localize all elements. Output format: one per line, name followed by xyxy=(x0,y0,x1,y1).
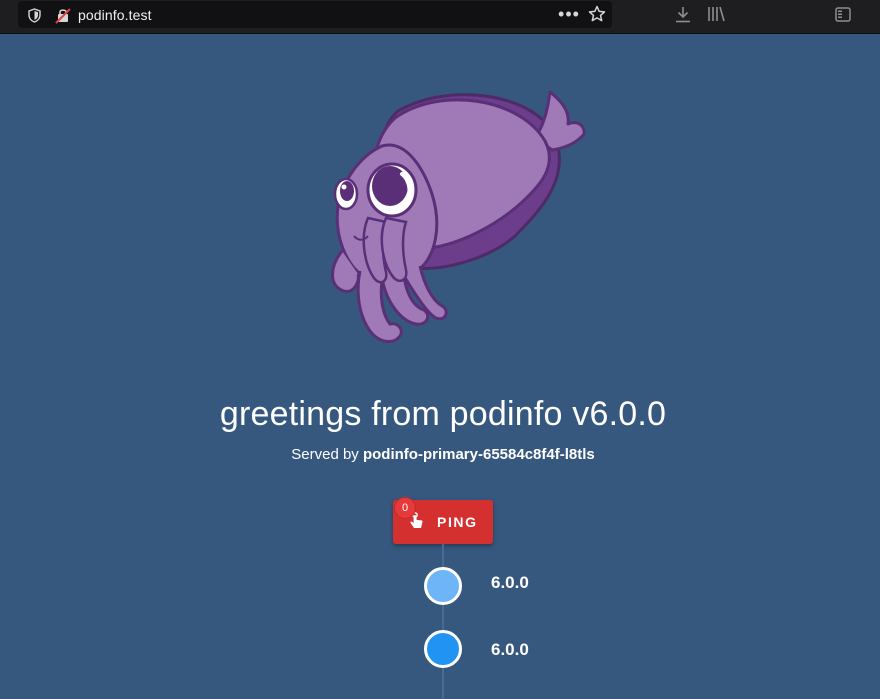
timeline-item-label: 6.0.0 xyxy=(491,573,529,592)
download-icon[interactable] xyxy=(674,5,692,23)
served-by-hostname: podinfo-primary-65584c8f4f-l8tls xyxy=(362,446,595,463)
served-by-text: Served by podinfo-primary-65584c8f4f-l8t… xyxy=(0,446,880,463)
bookmark-star-icon[interactable] xyxy=(587,4,607,24)
url-text[interactable]: podinfo.test xyxy=(78,7,152,23)
ping-count-badge: 0 xyxy=(394,497,416,519)
page-title: greetings from podinfo v6.0.0 xyxy=(219,395,667,433)
browser-toolbar: podinfo.test ••• xyxy=(0,0,880,34)
timeline-dot xyxy=(424,567,462,605)
shield-icon[interactable] xyxy=(26,7,42,23)
timeline-item-label: 6.0.0 xyxy=(491,640,529,659)
more-dots-icon[interactable]: ••• xyxy=(558,4,580,24)
url-bar[interactable]: podinfo.test ••• xyxy=(18,1,612,28)
served-by-prefix: Served by xyxy=(291,446,363,463)
insecure-lock-icon[interactable] xyxy=(54,6,72,24)
timeline-dot xyxy=(424,630,462,668)
library-icon[interactable] xyxy=(705,5,727,23)
podinfo-cuttlefish-logo xyxy=(331,90,586,343)
ping-button-label: PING xyxy=(437,514,478,530)
sidebar-icon[interactable] xyxy=(834,6,852,22)
